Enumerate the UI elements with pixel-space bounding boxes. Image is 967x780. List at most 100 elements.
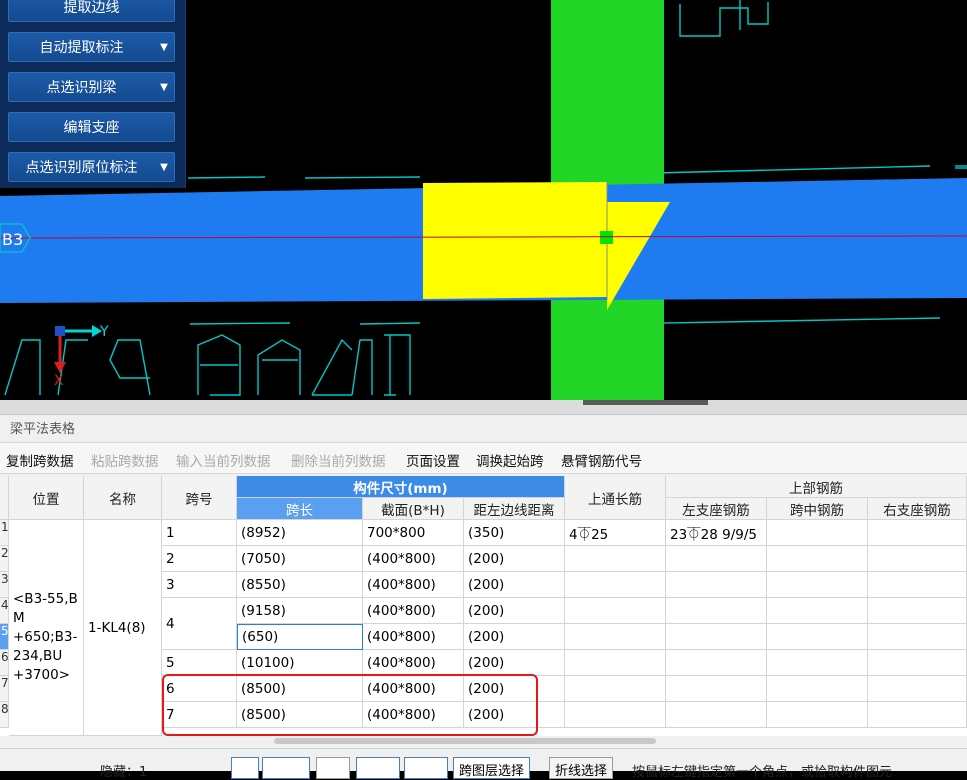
col-header-section[interactable]: 截面(B*H): [363, 498, 464, 520]
right-support-cell[interactable]: [868, 520, 967, 546]
col-header-top-through[interactable]: 上通长筋: [565, 476, 666, 520]
check-dropdown-icon[interactable]: [356, 757, 400, 779]
left-support-cell[interactable]: [666, 650, 767, 676]
chevron-down-icon[interactable]: ▼: [154, 82, 174, 93]
add-dropdown-icon[interactable]: [404, 757, 448, 779]
col-header-left-support[interactable]: 左支座钢筋: [666, 498, 767, 520]
right-support-cell[interactable]: [868, 650, 967, 676]
row-number[interactable]: 2: [0, 546, 9, 572]
mid-span-cell[interactable]: [767, 650, 868, 676]
left-support-cell[interactable]: [666, 676, 767, 702]
right-support-cell[interactable]: [868, 598, 967, 624]
chevron-down-icon[interactable]: ▼: [154, 42, 174, 53]
page-setup-button[interactable]: 页面设置: [406, 450, 460, 470]
span-length-cell[interactable]: (10100): [237, 650, 363, 676]
span-no-cell[interactable]: 6: [162, 676, 237, 702]
span-no-cell[interactable]: 3: [162, 572, 237, 598]
col-header-name[interactable]: 名称: [84, 476, 162, 520]
col-header-right-support[interactable]: 右支座钢筋: [868, 498, 967, 520]
name-cell[interactable]: 1-KL4(8): [84, 520, 162, 736]
splitter-handle[interactable]: [583, 400, 708, 405]
pick-identify-inplace-annotation-button[interactable]: 点选识别原位标注 ▼: [8, 152, 175, 182]
right-support-cell[interactable]: [868, 572, 967, 598]
col-header-dist-left-edge[interactable]: 距左边线距离: [464, 498, 565, 520]
span-no-cell-merged[interactable]: 4: [162, 598, 237, 650]
dist-cell[interactable]: (200): [464, 572, 565, 598]
snap-select-icon[interactable]: [262, 757, 310, 779]
position-cell[interactable]: <B3-55,B M +650;B3- 234,BU +3700>: [9, 520, 84, 736]
span-length-cell[interactable]: (8500): [237, 702, 363, 728]
left-support-cell[interactable]: [666, 572, 767, 598]
span-no-cell[interactable]: 1: [162, 520, 237, 546]
right-support-cell[interactable]: [868, 702, 967, 728]
mid-span-cell[interactable]: [767, 676, 868, 702]
top-through-cell[interactable]: [565, 676, 666, 702]
mid-span-cell[interactable]: [767, 546, 868, 572]
pick-identify-beam-button[interactable]: 点选识别梁 ▼: [8, 72, 175, 102]
ortho-toggle-icon[interactable]: [231, 757, 259, 779]
span-length-cell[interactable]: (7050): [237, 546, 363, 572]
delete-column-data-button[interactable]: 删除当前列数据: [291, 450, 386, 470]
mid-span-cell[interactable]: [767, 624, 868, 650]
mid-span-cell[interactable]: [767, 598, 868, 624]
right-support-cell[interactable]: [868, 546, 967, 572]
horizontal-scrollbar-thumb[interactable]: [274, 738, 656, 744]
panel-splitter[interactable]: [0, 400, 967, 415]
row-number[interactable]: 4: [0, 598, 9, 624]
cantilever-rebar-code-button[interactable]: 悬臂钢筋代号: [561, 450, 642, 470]
section-cell[interactable]: 700*800: [363, 520, 464, 546]
top-through-cell[interactable]: [565, 650, 666, 676]
row-number-selected[interactable]: 5: [0, 624, 9, 650]
cancel-icon[interactable]: [316, 757, 350, 779]
edit-support-button[interactable]: 编辑支座: [8, 112, 175, 142]
span-no-cell[interactable]: 5: [162, 650, 237, 676]
cross-layer-select-button[interactable]: 跨图层选择: [453, 757, 531, 779]
input-column-data-button[interactable]: 输入当前列数据: [176, 450, 271, 470]
col-header-position[interactable]: 位置: [9, 476, 84, 520]
mid-span-cell[interactable]: [767, 572, 868, 598]
section-cell[interactable]: (400*800): [363, 650, 464, 676]
span-length-cell[interactable]: (9158): [237, 598, 363, 624]
dist-cell[interactable]: (200): [464, 676, 565, 702]
polyline-select-button[interactable]: 折线选择: [549, 757, 614, 779]
row-number[interactable]: 7: [0, 676, 9, 702]
top-through-cell[interactable]: [565, 624, 666, 650]
row-number[interactable]: 1: [0, 520, 9, 546]
left-support-cell[interactable]: [666, 702, 767, 728]
row-number[interactable]: 8: [0, 702, 9, 728]
mid-span-cell[interactable]: [767, 520, 868, 546]
section-cell[interactable]: (400*800): [363, 624, 464, 650]
left-support-cell[interactable]: [666, 624, 767, 650]
swap-start-span-button[interactable]: 调换起始跨: [476, 450, 544, 470]
span-length-cell-active[interactable]: (650): [237, 624, 363, 650]
mid-span-cell[interactable]: [767, 702, 868, 728]
top-through-cell[interactable]: [565, 598, 666, 624]
section-cell[interactable]: (400*800): [363, 702, 464, 728]
section-cell[interactable]: (400*800): [363, 572, 464, 598]
left-support-cell[interactable]: 23⏁28 9/9/5: [666, 520, 767, 546]
col-header-span-no[interactable]: 跨号: [162, 476, 237, 520]
span-no-cell[interactable]: 2: [162, 546, 237, 572]
col-header-span-length[interactable]: 跨长: [237, 498, 363, 520]
section-cell[interactable]: (400*800): [363, 546, 464, 572]
span-no-cell[interactable]: 7: [162, 702, 237, 728]
left-support-cell[interactable]: [666, 546, 767, 572]
left-support-cell[interactable]: [666, 598, 767, 624]
dist-cell[interactable]: (200): [464, 702, 565, 728]
paste-span-data-button[interactable]: 粘贴跨数据: [91, 450, 159, 470]
chevron-down-icon[interactable]: ▼: [154, 162, 174, 173]
row-number[interactable]: 3: [0, 572, 9, 598]
auto-extract-annotation-button[interactable]: 自动提取标注 ▼: [8, 32, 175, 62]
dist-cell[interactable]: (200): [464, 624, 565, 650]
top-through-cell[interactable]: 4⏁25: [565, 520, 666, 546]
span-length-cell[interactable]: (8550): [237, 572, 363, 598]
span-length-cell[interactable]: (8952): [237, 520, 363, 546]
extract-edge-button[interactable]: 提取边线: [8, 0, 175, 22]
copy-span-data-button[interactable]: 复制跨数据: [6, 450, 74, 470]
section-cell[interactable]: (400*800): [363, 676, 464, 702]
span-length-cell[interactable]: (8500): [237, 676, 363, 702]
right-support-cell[interactable]: [868, 624, 967, 650]
dist-cell[interactable]: (350): [464, 520, 565, 546]
right-support-cell[interactable]: [868, 676, 967, 702]
section-cell[interactable]: (400*800): [363, 598, 464, 624]
